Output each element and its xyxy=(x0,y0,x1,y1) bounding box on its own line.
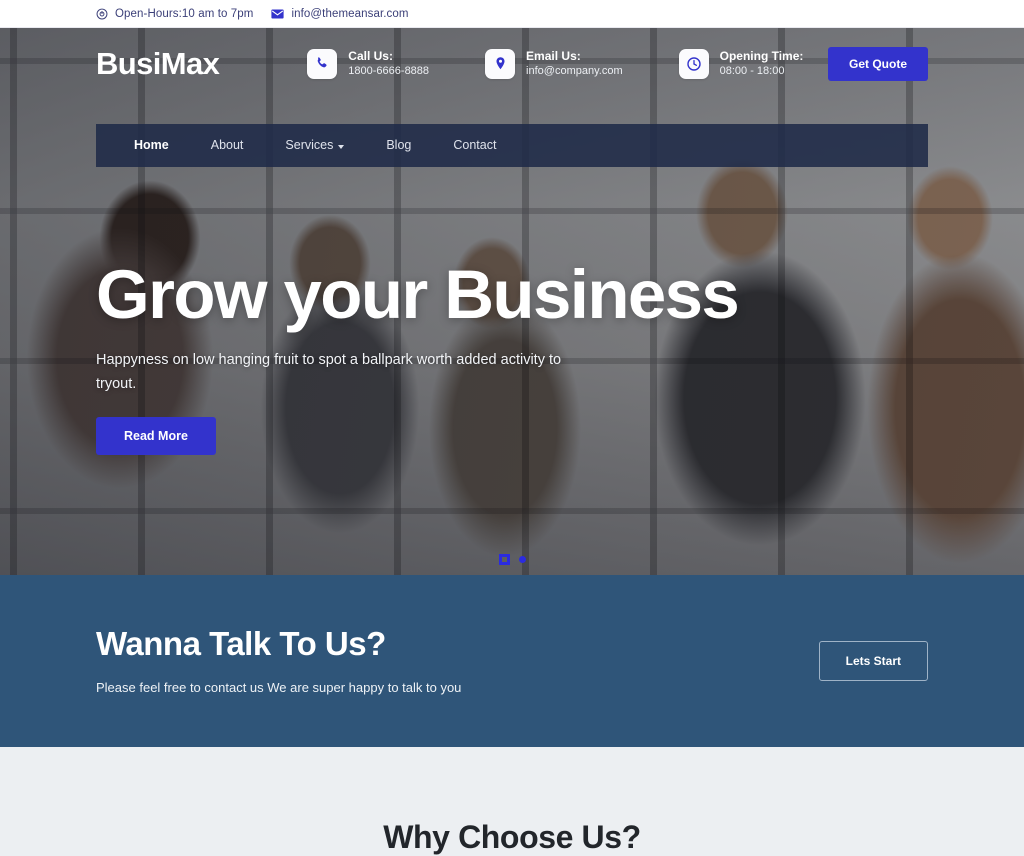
contact-call-us-value: 1800-6666-8888 xyxy=(348,65,430,78)
site-logo[interactable]: BusiMax xyxy=(96,46,220,82)
nav-item-about[interactable]: About xyxy=(190,124,265,167)
contact-call-us-text: Call Us: 1800-6666-8888 xyxy=(348,48,429,80)
nav-item-contact[interactable]: Contact xyxy=(432,124,517,167)
nav-item-services[interactable]: Services xyxy=(264,124,365,167)
slider-dot-1[interactable] xyxy=(498,554,510,565)
cta-section: Wanna Talk To Us? Please feel free to co… xyxy=(0,575,1024,747)
nav-item-blog[interactable]: Blog xyxy=(365,124,432,167)
topbar-email-text: info@themeansar.com xyxy=(291,7,409,20)
why-choose-us-title: Why Choose Us? xyxy=(383,819,641,855)
contact-email-us-value: info@company.com xyxy=(526,65,623,78)
site-header: BusiMax Call Us: 1800-6666-8888 Email Us… xyxy=(0,28,1024,100)
main-navigation: Home About Services Blog Contact xyxy=(96,124,928,167)
read-more-button[interactable]: Read More xyxy=(96,417,216,456)
cta-text-block: Wanna Talk To Us? Please feel free to co… xyxy=(96,625,819,697)
contact-call-us-title: Call Us: xyxy=(348,49,393,64)
cta-title: Wanna Talk To Us? xyxy=(96,624,386,662)
lets-start-button[interactable]: Lets Start xyxy=(818,641,928,681)
clock-icon xyxy=(96,8,108,20)
hero-title: Grow your Business xyxy=(96,256,740,333)
topbar-email[interactable]: info@themeansar.com xyxy=(271,8,408,20)
why-choose-us-section: Why Choose Us? xyxy=(0,747,1024,856)
contact-opening-time-value: 08:00 - 18:00 xyxy=(719,65,785,78)
map-pin-icon xyxy=(485,48,516,79)
contact-email-us-text: Email Us: info@company.com xyxy=(526,48,623,80)
contact-call-us: Call Us: 1800-6666-8888 xyxy=(307,48,429,80)
chevron-down-icon xyxy=(338,144,345,149)
hero-content: Grow your Business Happyness on low hang… xyxy=(96,256,876,456)
hero-subtitle: Happyness on low hanging fruit to spot a… xyxy=(96,352,562,392)
nav-item-services-label: Services xyxy=(285,138,334,152)
hero-section: BusiMax Call Us: 1800-6666-8888 Email Us… xyxy=(0,28,1024,575)
contact-email-us: Email Us: info@company.com xyxy=(485,48,623,80)
page-root: Open-Hours:10 am to 7pm info@themeansar.… xyxy=(0,0,1024,856)
contact-opening-time-text: Opening Time: 08:00 - 18:00 xyxy=(720,48,804,80)
topbar-open-hours: Open-Hours:10 am to 7pm xyxy=(96,8,253,20)
cta-subtitle: Please feel free to contact us We are su… xyxy=(96,679,462,695)
contact-email-us-title: Email Us: xyxy=(526,49,581,64)
header-contact-group: Call Us: 1800-6666-8888 Email Us: info@c… xyxy=(307,48,828,80)
nav-item-blog-label: Blog xyxy=(386,138,412,152)
phone-icon xyxy=(307,48,338,79)
clock-icon xyxy=(678,48,709,79)
slider-dot-2[interactable] xyxy=(518,556,526,563)
nav-item-contact-label: Contact xyxy=(453,138,497,152)
topbar-open-hours-text: Open-Hours:10 am to 7pm xyxy=(115,7,254,20)
contact-opening-time: Opening Time: 08:00 - 18:00 xyxy=(678,48,804,80)
hero-slider-pagination xyxy=(0,554,1024,565)
contact-opening-time-title: Opening Time: xyxy=(719,49,804,64)
nav-item-home-label: Home xyxy=(134,138,169,152)
top-info-bar: Open-Hours:10 am to 7pm info@themeansar.… xyxy=(0,0,1024,28)
envelope-icon xyxy=(271,9,285,19)
get-quote-button[interactable]: Get Quote xyxy=(827,47,928,81)
nav-item-home[interactable]: Home xyxy=(113,124,190,167)
nav-item-about-label: About xyxy=(210,138,244,152)
